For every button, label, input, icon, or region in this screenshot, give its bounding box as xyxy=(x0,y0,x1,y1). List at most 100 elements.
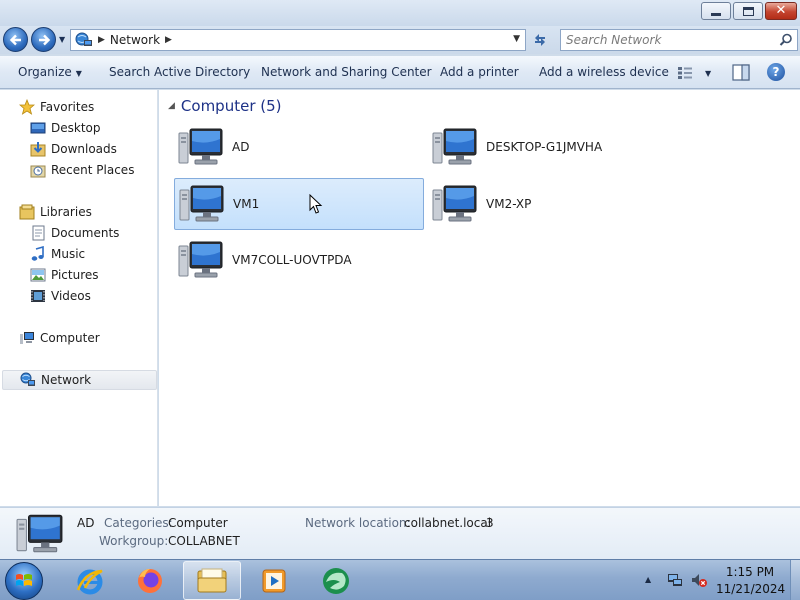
network-sharing-center-button[interactable]: Network and Sharing Center xyxy=(261,65,432,79)
breadcrumb-separator-icon[interactable]: ▶ xyxy=(165,35,172,45)
close-button[interactable]: ✕ xyxy=(765,2,797,20)
taskbar-internet-explorer[interactable] xyxy=(61,561,119,600)
forward-button[interactable] xyxy=(31,27,56,52)
show-hidden-icons-button[interactable]: ▲ xyxy=(645,575,651,584)
address-row: ▼ ▶ Network ▶ ▼ xyxy=(0,26,800,54)
volume-muted-icon[interactable] xyxy=(691,572,707,588)
sidebar-item-label: Videos xyxy=(51,289,91,303)
search-active-directory-button[interactable]: Search Active Directory xyxy=(109,65,250,79)
network-icon xyxy=(75,32,92,46)
change-view-button[interactable]: ▼ xyxy=(677,64,713,82)
computer-item-ad[interactable]: AD xyxy=(174,121,424,173)
libraries-icon xyxy=(19,204,35,220)
details-location-extra: 3 xyxy=(486,516,494,530)
chevron-down-icon[interactable]: ▼ xyxy=(705,69,711,78)
details-workgroup-value: COLLABNET xyxy=(168,534,240,548)
details-workgroup-label: Workgroup: xyxy=(99,534,169,548)
computer-icon xyxy=(178,127,224,167)
pictures-icon xyxy=(30,268,46,282)
computer-name: VM1 xyxy=(233,197,260,211)
computer-item-vm7coll-uovtpda[interactable]: VM7COLL-UOVTPDA xyxy=(174,234,424,286)
sidebar-item-label: Pictures xyxy=(51,268,99,282)
collapse-group-icon[interactable]: ◢ xyxy=(168,101,175,111)
recent-pages-dropdown[interactable]: ▼ xyxy=(59,35,65,44)
sidebar-item-label: Favorites xyxy=(40,100,95,114)
sidebar-item-favorites[interactable]: Favorites xyxy=(19,97,94,117)
sidebar-item-label: Music xyxy=(51,247,86,261)
recent-places-icon xyxy=(30,165,46,178)
sidebar-item-downloads[interactable]: Downloads xyxy=(30,139,117,159)
taskbar-firefox[interactable] xyxy=(121,561,179,600)
minimize-button[interactable] xyxy=(701,2,731,20)
sidebar-item-recent-places[interactable]: Recent Places xyxy=(30,160,134,180)
taskbar-media-player[interactable] xyxy=(245,561,303,600)
computer-icon xyxy=(16,513,64,555)
sidebar-item-network[interactable]: Network xyxy=(2,370,157,390)
computer-icon xyxy=(432,127,478,167)
sidebar-item-label: Downloads xyxy=(51,142,117,156)
green-app-icon xyxy=(323,567,349,594)
internet-explorer-icon xyxy=(76,569,103,594)
search-box[interactable] xyxy=(560,29,798,51)
sidebar-item-pictures[interactable]: Pictures xyxy=(30,265,99,285)
sidebar-item-label: Libraries xyxy=(40,205,92,219)
command-bar: Organize ▼ Search Active Directory Networ… xyxy=(0,56,800,89)
group-title: Computer (5) xyxy=(180,97,282,115)
sidebar-item-music[interactable]: Music xyxy=(30,244,85,264)
sidebar-item-computer[interactable]: Computer xyxy=(19,328,100,348)
search-icon[interactable] xyxy=(779,33,793,47)
chevron-down-icon: ▼ xyxy=(75,69,82,78)
navigation-pane: Favorites Desktop Downloads Recent Place… xyxy=(0,90,158,506)
sidebar-item-label: Network xyxy=(41,373,92,387)
network-status-icon[interactable] xyxy=(667,572,683,588)
refresh-button[interactable] xyxy=(528,29,552,51)
sidebar-item-videos[interactable]: Videos xyxy=(30,286,91,306)
taskbar-windows-explorer[interactable] xyxy=(183,561,241,600)
start-button[interactable] xyxy=(5,562,43,600)
music-icon xyxy=(31,246,44,261)
network-icon xyxy=(20,372,35,386)
sidebar-item-libraries[interactable]: Libraries xyxy=(19,202,92,222)
computer-item-desktop-g1jmvha[interactable]: DESKTOP-G1JMVHA xyxy=(428,121,678,173)
sidebar-item-documents[interactable]: Documents xyxy=(30,223,119,243)
show-desktop-button[interactable] xyxy=(790,560,800,600)
address-dropdown-icon[interactable]: ▼ xyxy=(513,34,520,44)
sidebar-item-label: Desktop xyxy=(51,121,101,135)
videos-icon xyxy=(31,290,45,302)
downloads-icon xyxy=(30,142,46,157)
help-icon[interactable]: ? xyxy=(767,63,785,81)
taskbar: ▲ 1:15 PM 11/21/2024 xyxy=(0,559,800,600)
sidebar-item-desktop[interactable]: Desktop xyxy=(30,118,101,138)
details-location-label: Network location: xyxy=(305,516,411,530)
mouse-cursor-icon xyxy=(309,194,323,214)
add-wireless-device-button[interactable]: Add a wireless device xyxy=(539,65,669,79)
desktop-icon xyxy=(30,122,46,134)
group-header[interactable]: ◢ Computer (5) xyxy=(168,97,282,115)
sidebar-item-label: Recent Places xyxy=(51,163,135,177)
windows-logo-icon xyxy=(16,574,32,586)
organize-label: Organize xyxy=(18,65,72,79)
taskbar-green-app[interactable] xyxy=(307,561,365,600)
address-bar[interactable]: ▶ Network ▶ ▼ xyxy=(70,29,526,51)
computer-item-vm2-xp[interactable]: VM2-XP xyxy=(428,178,678,230)
minimize-icon xyxy=(711,12,721,16)
folder-icon xyxy=(197,568,227,592)
breadcrumb-separator-icon[interactable]: ▶ xyxy=(98,35,105,45)
organize-menu[interactable]: Organize ▼ xyxy=(18,65,82,79)
restore-button[interactable] xyxy=(733,2,763,20)
system-clock[interactable]: 1:15 PM 11/21/2024 xyxy=(716,564,785,598)
add-printer-button[interactable]: Add a printer xyxy=(440,65,519,79)
details-location-value: collabnet.local xyxy=(404,516,492,530)
close-icon: ✕ xyxy=(775,3,787,18)
details-categories-value: Computer xyxy=(168,516,228,530)
breadcrumb-network[interactable]: Network xyxy=(110,33,160,47)
computer-item-vm1[interactable]: VM1 xyxy=(174,178,424,230)
search-input[interactable] xyxy=(561,30,771,50)
computer-name: DESKTOP-G1JMVHA xyxy=(486,140,603,154)
preview-pane-icon[interactable] xyxy=(732,64,750,81)
back-button[interactable] xyxy=(3,27,28,52)
computer-icon xyxy=(178,240,224,280)
clock-time: 1:15 PM xyxy=(725,565,775,579)
computer-icon xyxy=(20,332,34,344)
computer-name: VM2-XP xyxy=(486,197,532,211)
